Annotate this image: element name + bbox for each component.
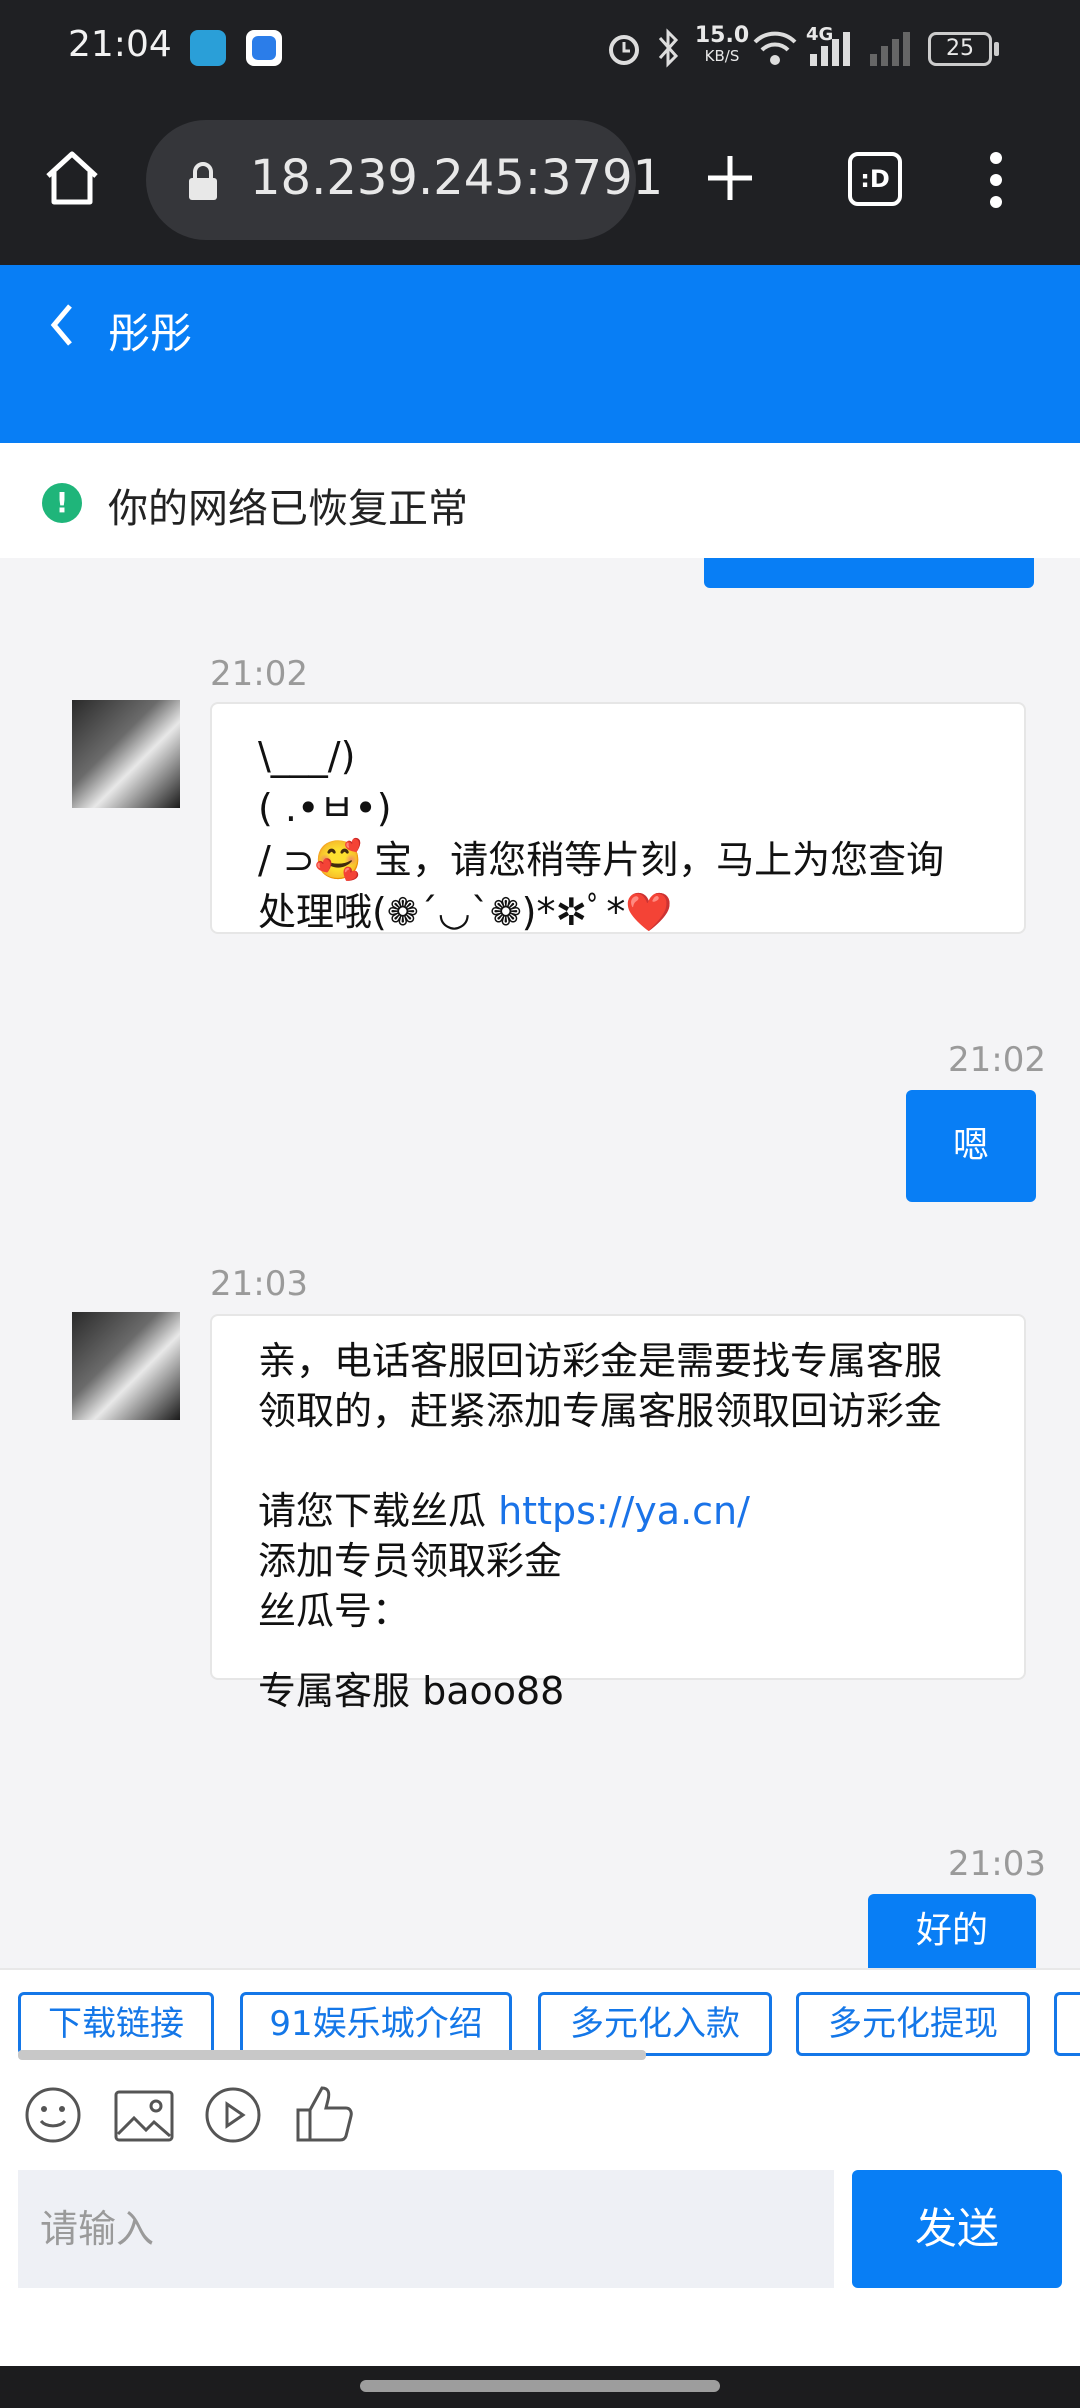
message-line: 丝瓜号： (258, 1589, 411, 1633)
back-arrow-icon[interactable] (48, 300, 76, 350)
net-speed: 15.0 KB/S (692, 23, 752, 66)
message-time: 21:02 (948, 1040, 1046, 1080)
message-line: \___/) (258, 734, 356, 778)
browser-toolbar: 18.239.245:3791 :D (0, 100, 1080, 265)
alarm-icon (609, 35, 639, 65)
attachment-toolbar (0, 2060, 1080, 2170)
message-line: / ⊃🥰 宝，请您稍等片刻，马上为您查询 (258, 838, 945, 882)
signal-icon (810, 32, 850, 66)
message-line: 添加专员领取彩金 (258, 1539, 563, 1583)
previous-outgoing-bubble (704, 558, 1034, 588)
chat-header: 彤彤 (0, 265, 1080, 443)
outgoing-message-bubble: 好的 (868, 1894, 1036, 1968)
message-line: 领取的，赶紧添加专属客服领取回访彩金 (258, 1389, 943, 1433)
image-icon[interactable] (114, 2090, 174, 2142)
message-input[interactable] (18, 2170, 834, 2288)
thumbs-up-icon[interactable] (294, 2084, 356, 2144)
message-text: 请您下载丝瓜 (258, 1489, 499, 1533)
message-line: 专属客服 baoo88 (258, 1669, 565, 1713)
message-line: 处理哦(❁´◡`❁)*✲ﾟ*❤️ (258, 890, 673, 934)
info-icon: ! (42, 483, 82, 523)
outgoing-message-bubble: 嗯 (906, 1090, 1036, 1202)
quick-tag-casino-intro[interactable]: 91娱乐城介绍 (240, 1992, 512, 2056)
home-gesture-handle[interactable] (360, 2380, 720, 2392)
play-icon[interactable] (204, 2086, 262, 2144)
composer: 发送 (0, 2170, 1080, 2366)
system-nav-bar (0, 2366, 1080, 2408)
network-restored-banner: ! 你的网络已恢复正常 (0, 443, 1080, 558)
message-line: ( .•ㅂ•) (258, 786, 392, 830)
message-time: 21:03 (948, 1844, 1046, 1884)
message-line-blank (258, 1436, 978, 1486)
lock-icon (189, 162, 217, 200)
wifi-icon (753, 31, 797, 65)
more-menu-icon[interactable] (984, 150, 1008, 210)
battery-tip (994, 42, 999, 56)
message-text: 嗯 (952, 1125, 989, 1166)
send-button[interactable]: 发送 (852, 2170, 1062, 2288)
net-speed-unit: KB/S (704, 47, 740, 65)
url-text[interactable]: 18.239.245:3791 (250, 150, 663, 206)
status-bar: 21:04 15.0 KB/S 4G 25 (0, 0, 1080, 100)
new-tab-icon[interactable] (704, 152, 756, 204)
agent-avatar (72, 700, 180, 808)
tag-scrollbar[interactable] (18, 2050, 646, 2060)
message-line-blank (258, 1636, 978, 1666)
message-text: 好的 (915, 1910, 988, 1951)
network-banner-text: 你的网络已恢复正常 (108, 486, 468, 532)
incoming-message-bubble: \___/) ( .•ㅂ•) / ⊃🥰 宝，请您稍等片刻，马上为您查询 处理哦(… (210, 702, 1026, 934)
chat-messages: 21:02 \___/) ( .•ㅂ•) / ⊃🥰 宝，请您稍等片刻，马上为您查… (0, 558, 1080, 1968)
message-time: 21:02 (210, 654, 308, 694)
app-notification-icon-2 (246, 30, 282, 66)
agent-avatar (72, 1312, 180, 1420)
message-line: 亲，电话客服回访彩金是需要找专属客服 (258, 1339, 943, 1383)
message-line: 请您下载丝瓜 https://ya.cn/ (258, 1486, 978, 1536)
smiley-icon[interactable] (24, 2086, 82, 2144)
tab-switcher-icon[interactable]: :D (848, 152, 902, 206)
battery-icon: 25 (928, 32, 992, 66)
quick-reply-bar: 下载链接 91娱乐城介绍 多元化入款 多元化提现 (0, 1968, 1080, 2060)
battery-level: 25 (946, 36, 974, 61)
status-time: 21:04 (68, 24, 172, 65)
home-icon[interactable] (42, 148, 102, 208)
incoming-message-bubble: 亲，电话客服回访彩金是需要找专属客服 领取的，赶紧添加专属客服领取回访彩金 请您… (210, 1314, 1026, 1713)
quick-tag-deposit[interactable]: 多元化入款 (538, 1992, 772, 2056)
signal-2-icon (870, 32, 910, 66)
message-time: 21:03 (210, 1264, 308, 1304)
app-notification-icon (190, 30, 226, 66)
quick-tag-more[interactable] (1054, 1992, 1080, 2056)
quick-tag-withdraw[interactable]: 多元化提现 (796, 1992, 1030, 2056)
chat-title: 彤彤 (108, 309, 193, 358)
download-link[interactable]: https://ya.cn/ (498, 1489, 750, 1533)
net-speed-value: 15.0 (694, 23, 750, 48)
bluetooth-icon (658, 28, 679, 68)
quick-tag-download-link[interactable]: 下载链接 (18, 1992, 214, 2056)
